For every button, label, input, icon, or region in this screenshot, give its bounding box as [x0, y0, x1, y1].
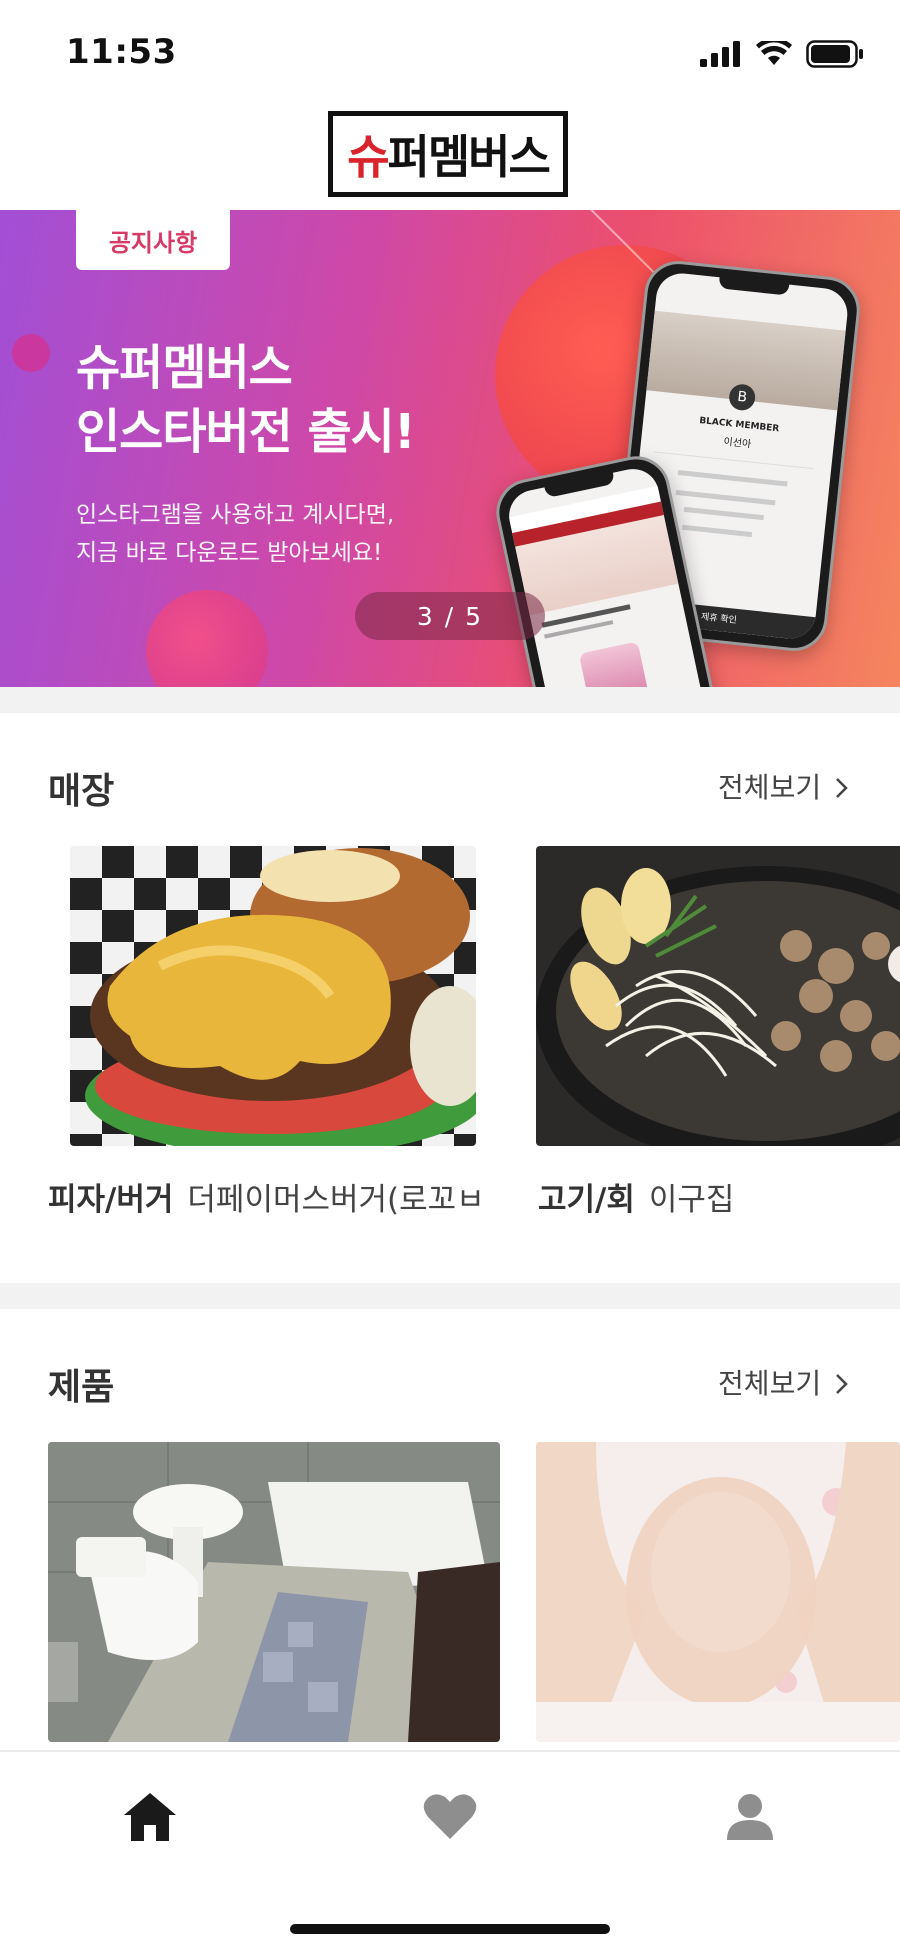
wifi-icon [756, 41, 792, 65]
products-view-all-link[interactable]: 전체보기 [718, 1362, 850, 1402]
products-view-all-label: 전체보기 [718, 1367, 822, 1400]
banner-subtitle: 인스타그램을 사용하고 계시다면, 지금 바로 다운로드 받아보세요! [76, 496, 394, 572]
stores-section-title: 매장 [48, 771, 115, 812]
status-icons [700, 40, 864, 68]
slide-indicator: 3 / 5 [355, 592, 545, 640]
notice-tag: 공지사항 [76, 210, 230, 270]
store-caption: 고기/회 이구집 [538, 1174, 900, 1219]
banner-title: 슈퍼멤버스 인스타버전 출시! [76, 336, 416, 464]
banner-subtitle-line1: 인스타그램을 사용하고 계시다면, [76, 502, 395, 528]
tab-profile[interactable] [710, 1782, 790, 1852]
product-image-facial [536, 1442, 900, 1742]
store-card[interactable]: 피자/버거 더페이머스버거(로꼬ㅂ [0, 846, 520, 1226]
chevron-right-icon [836, 1374, 848, 1394]
bottom-tab-bar [0, 1750, 900, 1951]
section-divider [0, 687, 900, 713]
logo-text-first: 슈 [347, 130, 389, 184]
battery-icon [806, 40, 863, 68]
signal-icon [700, 41, 740, 67]
stores-view-all-label: 전체보기 [718, 771, 822, 804]
products-section-title: 제품 [48, 1367, 115, 1408]
tab-favorites[interactable] [410, 1782, 490, 1852]
store-image-grill [536, 846, 900, 1146]
store-category: 고기/회 [538, 1182, 635, 1218]
stores-view-all-link[interactable]: 전체보기 [718, 766, 850, 806]
store-image-burger [70, 846, 476, 1146]
home-icon [124, 1793, 176, 1841]
store-card[interactable]: 고기/회 이구집 [520, 846, 900, 1226]
logo-text-rest: 퍼멤버스 [387, 130, 551, 184]
banner-deco-circle [146, 590, 268, 687]
store-name: 이구집 [648, 1182, 735, 1218]
stores-section-header: 매장 전체보기 [0, 752, 900, 812]
home-indicator [290, 1924, 610, 1934]
status-bar: 11:53 [0, 0, 900, 105]
banner-subtitle-line2: 지금 바로 다운로드 받아보세요! [76, 540, 383, 566]
product-image-bathroom [48, 1442, 500, 1742]
banner-title-line1: 슈퍼멤버스 [76, 340, 293, 396]
banner-deco-circle [12, 334, 50, 372]
tab-home[interactable] [110, 1782, 190, 1852]
product-card[interactable] [536, 1442, 900, 1742]
banner-title-line2: 인스타버전 출시! [76, 404, 416, 460]
store-caption: 피자/버거 더페이머스버거(로꼬ㅂ [48, 1174, 498, 1219]
app-logo[interactable]: 슈퍼멤버스 [328, 111, 568, 197]
products-section-header: 제품 전체보기 [0, 1348, 900, 1408]
store-category: 피자/버거 [48, 1182, 174, 1218]
promo-banner[interactable]: 공지사항 슈퍼멤버스 인스타버전 출시! 인스타그램을 사용하고 계시다면, 지… [0, 210, 900, 687]
profile-icon [727, 1794, 773, 1840]
section-divider [0, 1283, 900, 1309]
status-time: 11:53 [66, 32, 177, 72]
heart-icon [423, 1794, 477, 1839]
chevron-right-icon [836, 778, 848, 798]
store-name: 더페이머스버거(로꼬ㅂ [187, 1182, 485, 1218]
app-header: 슈퍼멤버스 [0, 105, 900, 210]
product-card[interactable] [48, 1442, 500, 1742]
